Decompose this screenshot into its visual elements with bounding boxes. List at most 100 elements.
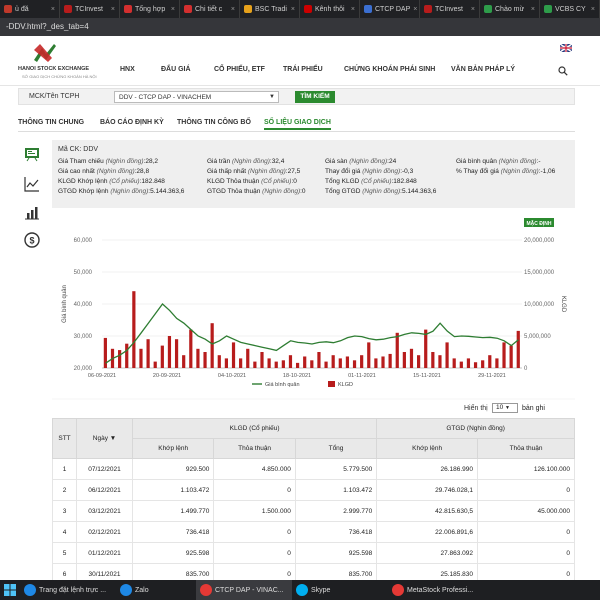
volume-bar xyxy=(352,360,357,368)
table-cell: 925.598 xyxy=(294,542,378,564)
url-text[interactable]: -DDV.html?_des_tab=4 xyxy=(6,22,89,31)
table-cell: 0 xyxy=(213,521,296,543)
site-header: HANOI STOCK EXCHANGE SỞ GIAO DỊCH CHỨNG … xyxy=(0,36,600,86)
app-icon xyxy=(392,584,404,596)
stat-unit: (Nghìn đồng) xyxy=(96,168,135,175)
tab-so-lieu-giao-dich[interactable]: SỐ LIỆU GIAO DỊCH xyxy=(264,119,331,130)
stock-select[interactable]: DDV - CTCP DAP - VINACHEM ▼ xyxy=(114,91,279,103)
close-icon[interactable]: × xyxy=(291,6,295,13)
stat-unit: (Nghìn đồng) xyxy=(349,158,388,165)
legend-label: KLGD xyxy=(338,382,353,388)
close-icon[interactable]: × xyxy=(471,6,475,13)
volume-bar xyxy=(360,355,364,368)
volume-bar xyxy=(118,350,122,368)
table-cell: 03/12/2021 xyxy=(76,500,133,522)
app-icon xyxy=(120,584,132,596)
taskbar-item[interactable]: Trang đặt lệnh trực ... xyxy=(20,580,116,600)
x-tick: 18-10-2021 xyxy=(283,373,311,379)
close-icon[interactable]: × xyxy=(591,6,595,13)
tab-label: TCInvest xyxy=(435,5,464,13)
table-cell: 1.103.472 xyxy=(294,479,378,501)
volume-bar xyxy=(288,355,293,368)
browser-tab[interactable]: Chi tiết c × xyxy=(180,0,240,18)
browser-tab[interactable]: TCInvest × xyxy=(60,0,120,18)
browser-tab[interactable]: Chào mừ × xyxy=(480,0,540,18)
stat-item: Giá cao nhất (Nghìn đồng):28,8 xyxy=(58,168,149,175)
stat-item: GTGD Khớp lệnh (Nghìn đồng):5.144.363,6 xyxy=(58,188,184,195)
app-icon xyxy=(24,584,36,596)
nav-van-ban[interactable]: VĂN BẢN PHÁP LÝ xyxy=(451,66,515,73)
browser-tab[interactable]: VCBS CY × xyxy=(540,0,600,18)
search-icon[interactable] xyxy=(558,66,568,76)
tab-favicon-icon xyxy=(4,5,12,13)
price-line xyxy=(105,303,519,364)
taskbar-item[interactable]: MetaStock Professi... xyxy=(388,580,484,600)
stat-label: Tổng GTGD xyxy=(325,188,361,195)
browser-tab[interactable]: Tổng hợp × xyxy=(120,0,180,18)
volume-bar xyxy=(189,329,193,368)
tab-thong-tin-chung[interactable]: THÔNG TIN CHUNG xyxy=(18,119,84,126)
legend-label: Giá bình quân xyxy=(265,382,300,388)
taskbar-item[interactable]: CTCP DAP - VINAC... xyxy=(196,580,292,600)
taskbar-label: MetaStock Professi... xyxy=(407,586,474,594)
address-bar[interactable]: -DDV.html?_des_tab=4 xyxy=(0,18,600,36)
volume-bar xyxy=(509,345,513,368)
table-cell: 1.500.000 xyxy=(213,500,296,522)
close-icon[interactable]: × xyxy=(111,6,115,13)
browser-tab[interactable]: TCInvest × xyxy=(420,0,480,18)
col-ngay[interactable]: Ngày ▼ xyxy=(76,418,133,459)
table-cell: 4.850.000 xyxy=(213,458,296,480)
taskbar-item[interactable]: Zalo xyxy=(116,580,196,600)
stat-item: Tổng KLGD (Cổ phiếu):182.848 xyxy=(325,178,417,185)
close-icon[interactable]: × xyxy=(51,6,55,13)
tab-thong-tin-cong-bo[interactable]: THÔNG TIN CÔNG BỐ xyxy=(177,119,251,126)
volume-bar xyxy=(174,339,179,368)
browser-tab[interactable]: CTCP DAP × xyxy=(360,0,420,18)
page-size-select[interactable]: 10 ▼ xyxy=(492,403,518,413)
tab-favicon-icon xyxy=(244,5,252,13)
nav-trai-phieu[interactable]: TRÁI PHIẾU xyxy=(283,66,323,73)
stat-label: GTGD Khớp lệnh xyxy=(58,188,109,195)
nav-hnx[interactable]: HNX xyxy=(120,66,135,73)
table-cell: 2.999.770 xyxy=(294,500,378,522)
close-icon[interactable]: × xyxy=(171,6,175,13)
volume-bar xyxy=(438,355,442,368)
volume-bar xyxy=(324,361,328,368)
close-icon[interactable]: × xyxy=(531,6,535,13)
line-chart-icon[interactable] xyxy=(24,176,40,192)
page-size-value: 10 xyxy=(496,404,504,411)
close-icon[interactable]: × xyxy=(351,6,355,13)
browser-tab[interactable]: BSC Tradi × xyxy=(240,0,300,18)
stat-item: Tổng GTGD (Nghìn đồng):5.144.363,6 xyxy=(325,188,436,195)
table-cell: 929.500 xyxy=(131,458,215,480)
browser-tab[interactable]: ủ đă × xyxy=(0,0,60,18)
volume-bar xyxy=(445,342,449,368)
records-label: bản ghi xyxy=(522,405,545,412)
tab-label: BSC Tradi xyxy=(255,5,287,13)
table-cell: 45.000.000 xyxy=(477,500,575,522)
close-icon[interactable]: × xyxy=(413,6,417,13)
browser-tab[interactable]: Kênh thôi × xyxy=(300,0,360,18)
x-tick: 06-09-2021 xyxy=(88,373,116,379)
start-button[interactable] xyxy=(0,580,20,600)
taskbar-item[interactable]: Skype xyxy=(292,580,388,600)
nav-co-phieu[interactable]: CỔ PHIẾU, ETF xyxy=(214,66,265,73)
bar-chart-icon[interactable] xyxy=(24,204,40,220)
close-icon[interactable]: × xyxy=(231,6,235,13)
board-icon[interactable] xyxy=(24,146,40,162)
dollar-icon[interactable]: $ xyxy=(24,232,40,248)
volume-bar xyxy=(502,342,506,368)
nav-dau-gia[interactable]: ĐẤU GIÁ xyxy=(161,66,191,73)
language-flag-icon[interactable] xyxy=(559,43,573,53)
search-button[interactable]: TÌM KIẾM xyxy=(295,91,335,103)
table-cell: 736.418 xyxy=(131,521,215,543)
stat-unit: (Nghìn đồng) xyxy=(105,158,144,165)
nav-phai-sinh[interactable]: CHỨNG KHOÁN PHÁI SINH xyxy=(344,66,435,73)
stat-label: Giá trần xyxy=(207,158,231,165)
y-right-tick: 0 xyxy=(524,366,528,372)
app-icon xyxy=(296,584,308,596)
volume-bar xyxy=(210,323,214,368)
y-left-tick: 20,000 xyxy=(74,366,93,372)
tab-bao-cao[interactable]: BÁO CÁO ĐỊNH KỲ xyxy=(100,119,164,126)
stat-value: :27,5 xyxy=(285,168,301,175)
